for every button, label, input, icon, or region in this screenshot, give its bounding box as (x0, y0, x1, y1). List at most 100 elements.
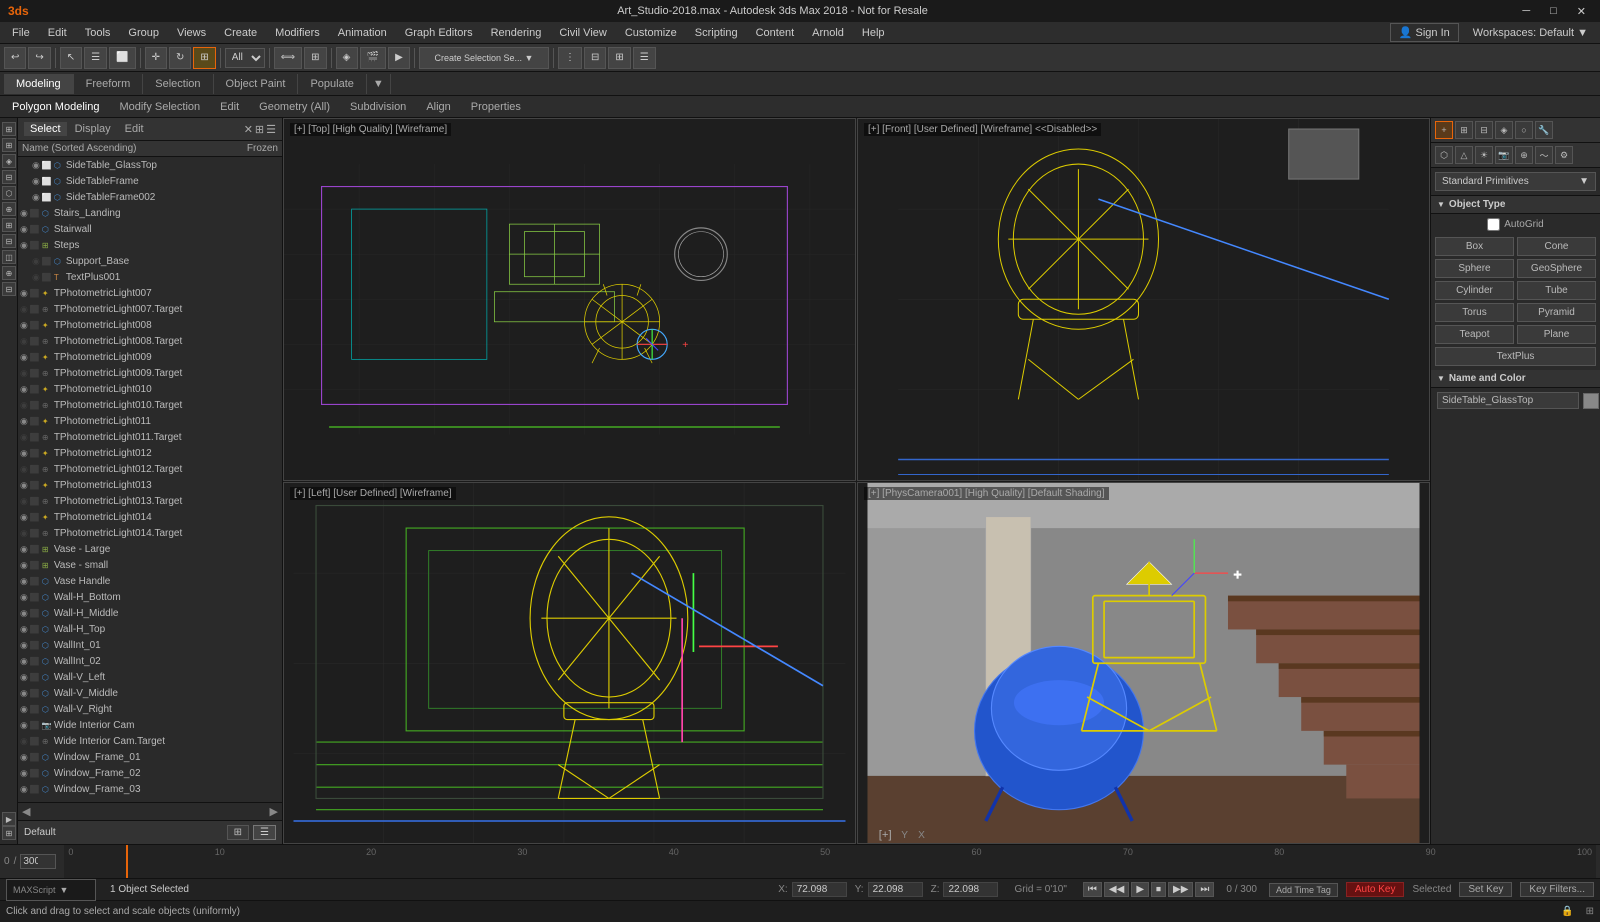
scene-item[interactable]: ◉ ⬜ T TextPlus001 (18, 269, 282, 285)
scene-item[interactable]: ◉ ⬜ ⊕ TPhotometricLight013.Target (18, 493, 282, 509)
scene-item[interactable]: ◉ ⬜ ✦ TPhotometricLight014 (18, 509, 282, 525)
panel-options-btn[interactable]: ☰ (266, 123, 276, 136)
textplus-btn[interactable]: TextPlus (1435, 347, 1596, 366)
next-frame-btn[interactable]: ▶▶ (1168, 882, 1193, 897)
subtb-align[interactable]: Align (418, 99, 458, 115)
menu-help[interactable]: Help (854, 25, 893, 41)
named-selection-button[interactable]: ⋮ (558, 47, 582, 69)
subtb-edit[interactable]: Edit (212, 99, 247, 115)
go-to-end-btn[interactable]: ⏭ (1195, 882, 1214, 897)
eye-icon[interactable]: ◉ (20, 640, 28, 651)
spacewarps-btn[interactable]: 〜 (1535, 146, 1553, 164)
helpers-btn[interactable]: ⊕ (1515, 146, 1533, 164)
menu-rendering[interactable]: Rendering (483, 25, 550, 41)
scene-list-btn[interactable]: ☰ (253, 825, 276, 840)
eye-icon[interactable]: ◉ (20, 448, 28, 459)
scene-item[interactable]: ◉ ⬜ ⊞ Vase - small (18, 557, 282, 573)
menu-tools[interactable]: Tools (77, 25, 119, 41)
scene-item[interactable]: ◉ ⬜ ✦ TPhotometricLight010 (18, 381, 282, 397)
side-icon-bottom-2[interactable]: ⊞ (2, 826, 16, 840)
viewport-top-right-label[interactable]: [+] [Front] [User Defined] [Wireframe] <… (864, 123, 1101, 136)
scene-item[interactable]: ◉ ⬜ ✦ TPhotometricLight007 (18, 285, 282, 301)
create-panel-btn[interactable]: + (1435, 121, 1453, 139)
menu-edit[interactable]: Edit (40, 25, 75, 41)
side-icon-8[interactable]: ⊟ (2, 234, 16, 248)
sign-in-button[interactable]: 👤 Sign In (1390, 23, 1459, 42)
menu-arnold[interactable]: Arnold (804, 25, 852, 41)
eye-icon[interactable]: ◉ (20, 384, 28, 395)
side-icon-2[interactable]: ⊞ (2, 138, 16, 152)
scene-item[interactable]: ◉ ⬜ ✦ TPhotometricLight011 (18, 413, 282, 429)
scene-item[interactable]: ◉ ⬜ ⬡ Window_Frame_03 (18, 781, 282, 797)
panel-tab-edit-menu[interactable]: Edit (119, 122, 150, 136)
prev-frame-btn[interactable]: ◀◀ (1104, 882, 1129, 897)
scene-item[interactable]: ◉ ⬜ ⬡ Wall-V_Middle (18, 685, 282, 701)
side-icon-5[interactable]: ⬡ (2, 186, 16, 200)
scene-list[interactable]: ◉ ⬜ ⬡ SideTable_GlassTop ◉ ⬜ ⬡ SideTable… (18, 157, 282, 802)
tab-more[interactable]: ▼ (367, 74, 391, 94)
tube-btn[interactable]: Tube (1517, 281, 1596, 300)
eye-icon[interactable]: ◉ (20, 672, 28, 683)
scene-item[interactable]: ◉ ⬜ ⬡ Wall-H_Top (18, 621, 282, 637)
sphere-btn[interactable]: Sphere (1435, 259, 1514, 278)
minimize-button[interactable]: ─ (1516, 5, 1536, 18)
timeline-end-input[interactable] (20, 854, 56, 869)
cone-btn[interactable]: Cone (1517, 237, 1596, 256)
eye-icon[interactable]: ◉ (20, 608, 28, 619)
scene-item[interactable]: ◉ ⬜ ⬡ WallInt_01 (18, 637, 282, 653)
eye-icon[interactable]: ◉ (20, 480, 28, 491)
menu-civil-view[interactable]: Civil View (551, 25, 614, 41)
plane-btn[interactable]: Plane (1517, 325, 1596, 344)
menu-content[interactable]: Content (748, 25, 803, 41)
eye-icon[interactable]: ◉ (20, 352, 28, 363)
scene-item[interactable]: ◉ ⬜ ⊕ TPhotometricLight011.Target (18, 429, 282, 445)
object-name-input[interactable] (1437, 392, 1579, 409)
eye-icon[interactable]: ◉ (20, 704, 28, 715)
eye-icon[interactable]: ◉ (20, 224, 28, 235)
eye-icon[interactable]: ◉ (20, 544, 28, 555)
scene-item[interactable]: ◉ ⬜ ⬡ Window_Frame_01 (18, 749, 282, 765)
layer-manager-button[interactable]: ⊟ (584, 47, 606, 69)
maximize-button[interactable]: □ (1544, 5, 1563, 18)
eye-icon[interactable]: ◉ (32, 176, 40, 187)
shapes-btn[interactable]: △ (1455, 146, 1473, 164)
eye-icon[interactable]: ◉ (20, 752, 28, 763)
scene-item[interactable]: ◉ ⬜ ⊕ TPhotometricLight012.Target (18, 461, 282, 477)
eye-icon[interactable]: ◉ (32, 160, 40, 171)
torus-btn[interactable]: Torus (1435, 303, 1514, 322)
box-icon[interactable]: ⬜ (42, 177, 52, 186)
side-icon-bottom-1[interactable]: ▶ (2, 812, 16, 826)
go-to-start-btn[interactable]: ⏮ (1083, 882, 1102, 897)
viewport-top-left[interactable]: [+] [Top] [High Quality] [Wireframe] (283, 118, 856, 481)
name-color-section-header[interactable]: ▼ Name and Color (1431, 370, 1600, 388)
menu-customize[interactable]: Customize (617, 25, 685, 41)
eye-icon[interactable]: ◉ (20, 208, 28, 219)
viewport-bottom-left[interactable]: [+] [Left] [User Defined] [Wireframe] (283, 482, 856, 845)
scene-item[interactable]: ◉ ⬜ ⬡ Stairwall (18, 221, 282, 237)
eye-icon[interactable]: ◉ (20, 288, 28, 299)
stop-btn[interactable]: ⏹ (1151, 882, 1166, 897)
lights-btn[interactable]: ☀ (1475, 146, 1493, 164)
subtb-subdivision[interactable]: Subdivision (342, 99, 414, 115)
panel-expand-btn[interactable]: ⊞ (255, 123, 264, 136)
box-icon[interactable]: ⬜ (42, 193, 52, 202)
scene-item[interactable]: ◉ ⬜ ⬡ SideTableFrame (18, 173, 282, 189)
tab-modeling[interactable]: Modeling (4, 74, 74, 94)
play-btn[interactable]: ▶ (1131, 882, 1149, 897)
object-type-section-header[interactable]: ▼ Object Type (1431, 196, 1600, 214)
viewport-top-right[interactable]: [+] [Front] [User Defined] [Wireframe] <… (857, 118, 1430, 481)
cylinder-btn[interactable]: Cylinder (1435, 281, 1514, 300)
teapot-btn[interactable]: Teapot (1435, 325, 1514, 344)
tab-populate[interactable]: Populate (298, 74, 366, 94)
eye-icon[interactable]: ◉ (20, 592, 28, 603)
menu-graph-editors[interactable]: Graph Editors (397, 25, 481, 41)
scene-item[interactable]: ◉ ⬜ ⊕ TPhotometricLight014.Target (18, 525, 282, 541)
lock-icon[interactable]: 🔒 (1561, 906, 1573, 917)
scene-item[interactable]: ◉ ⬜ ⬡ WallInt_02 (18, 653, 282, 669)
material-editor-button[interactable]: ◈ (336, 47, 358, 69)
scene-item[interactable]: ◉ ⬜ ⬡ Vase Handle (18, 573, 282, 589)
side-icon-7[interactable]: ⊞ (2, 218, 16, 232)
eye-icon[interactable]: ◉ (20, 624, 28, 635)
scene-item[interactable]: ◉ ⬜ ⊕ TPhotometricLight010.Target (18, 397, 282, 413)
geometry-btn[interactable]: ⬡ (1435, 146, 1453, 164)
